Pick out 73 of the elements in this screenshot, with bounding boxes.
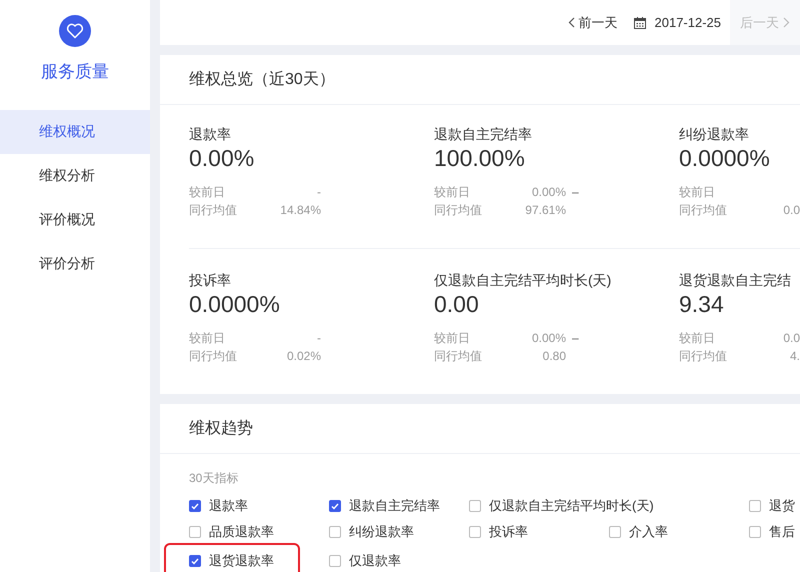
metric-label: 同行均值 bbox=[189, 202, 238, 219]
calendar-icon[interactable] bbox=[634, 16, 646, 28]
metric-name: 退货退款自主完结 bbox=[679, 271, 792, 289]
checkbox[interactable] bbox=[469, 500, 481, 512]
checkbox[interactable] bbox=[329, 500, 341, 512]
sidebar-item[interactable]: 评价概况 bbox=[0, 198, 150, 242]
chevron-right-icon bbox=[783, 17, 790, 28]
checkbox[interactable] bbox=[189, 555, 201, 567]
checkbox-option[interactable]: 投诉率 bbox=[469, 519, 609, 545]
metric-name: 退款自主完结率 bbox=[434, 125, 533, 143]
metric-name: 仅退款自主完结平均时长(天) bbox=[434, 271, 612, 289]
checkbox[interactable] bbox=[749, 500, 761, 512]
metric-stat: 4. bbox=[790, 348, 800, 365]
checkbox-option[interactable]: 仅退款率 bbox=[329, 548, 469, 572]
metric-stat: 0.00% bbox=[530, 184, 566, 201]
checkbox[interactable] bbox=[329, 526, 341, 538]
metric-stat: 0.80 bbox=[542, 348, 566, 365]
checkbox-option[interactable]: 售后 bbox=[749, 519, 800, 545]
metric-value: 9.34 bbox=[679, 290, 725, 319]
checkbox[interactable] bbox=[749, 526, 761, 538]
metric-label: 较前日 bbox=[679, 184, 716, 201]
trend-dash: – bbox=[572, 184, 579, 201]
checkbox[interactable] bbox=[189, 526, 201, 538]
metric-name: 纠纷退款率 bbox=[679, 125, 750, 143]
metric-stat: 0.0 bbox=[783, 202, 800, 219]
metric-stat: 14.84% bbox=[279, 202, 321, 219]
group-label: 30天指标 bbox=[189, 470, 240, 487]
checkbox[interactable] bbox=[329, 555, 341, 567]
checkbox-option[interactable]: 退货退款率 bbox=[166, 545, 298, 572]
checkbox[interactable] bbox=[469, 526, 481, 538]
checkbox-option[interactable]: 品质退款率 bbox=[189, 519, 329, 545]
metric-label: 同行均值 bbox=[434, 348, 483, 365]
metric-value: 100.00% bbox=[434, 144, 526, 173]
metric-value: 0.00% bbox=[189, 144, 256, 173]
metric-name: 退款率 bbox=[189, 125, 232, 143]
metric-label: 同行均值 bbox=[434, 202, 483, 219]
metric-label: 较前日 bbox=[679, 330, 716, 347]
metric-stat: - bbox=[316, 184, 321, 201]
metric-label: 较前日 bbox=[434, 330, 471, 347]
prev-day-link[interactable]: 前一天 bbox=[568, 12, 618, 32]
date-text: 2017-12-25 bbox=[654, 14, 721, 32]
checkbox-option[interactable]: 退款率 bbox=[189, 493, 329, 519]
sidebar-item[interactable]: 维权分析 bbox=[0, 154, 150, 198]
checkbox[interactable] bbox=[609, 526, 621, 538]
metric-stat: 0.02% bbox=[286, 348, 321, 365]
trend-dash: – bbox=[572, 330, 579, 347]
chevron-left-icon bbox=[568, 17, 574, 28]
metric-name: 投诉率 bbox=[189, 271, 232, 289]
metric-stat: 97.61% bbox=[524, 202, 566, 219]
sidebar-item[interactable]: 评价分析 bbox=[0, 242, 150, 286]
metric-label: 较前日 bbox=[189, 184, 226, 201]
metric-label: 同行均值 bbox=[679, 348, 728, 365]
checkbox-option[interactable]: 纠纷退款率 bbox=[329, 519, 469, 545]
checkbox-option[interactable]: 退货 bbox=[749, 493, 800, 519]
heart-logo-icon bbox=[59, 15, 91, 47]
checkbox-option[interactable]: 仅退款自主完结平均时长(天) bbox=[469, 493, 749, 519]
checkbox-option[interactable]: 退款自主完结率 bbox=[329, 493, 469, 519]
checkbox[interactable] bbox=[189, 500, 201, 512]
metric-label: 较前日 bbox=[189, 330, 226, 347]
card-title: 维权趋势 bbox=[189, 418, 253, 438]
metric-label: 同行均值 bbox=[189, 348, 238, 365]
metric-stat: - bbox=[316, 330, 321, 347]
metric-label: 同行均值 bbox=[679, 202, 728, 219]
metric-stat: 0.0 bbox=[783, 330, 800, 347]
metric-value: 0.00 bbox=[434, 290, 480, 319]
card-title: 维权总览（近30天） bbox=[189, 70, 335, 90]
metric-stat: 0.00% bbox=[530, 330, 566, 347]
metric-label: 较前日 bbox=[434, 184, 471, 201]
metric-value: 0.0000% bbox=[189, 290, 281, 319]
sidebar-item[interactable]: 维权概况 bbox=[0, 110, 150, 154]
metric-value: 0.0000% bbox=[679, 144, 771, 173]
checkbox-option[interactable]: 介入率 bbox=[609, 519, 749, 545]
sidebar-title: 服务质量 bbox=[41, 61, 109, 83]
